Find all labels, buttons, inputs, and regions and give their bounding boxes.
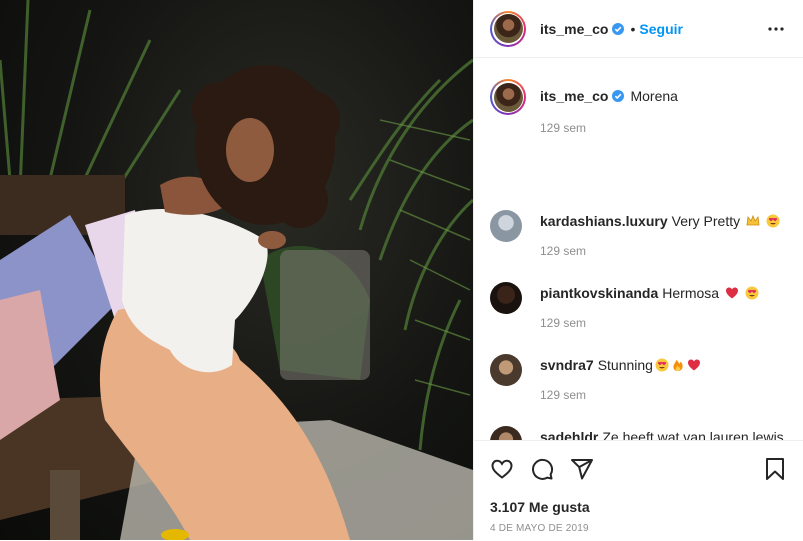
instagram-post: its_me_co • Seguir its_me_co Morena 129 …	[0, 0, 803, 540]
verified-badge-icon	[612, 90, 625, 102]
comment-username[interactable]: svndra7	[540, 357, 594, 373]
comment-username[interactable]: piantkovskinanda	[540, 285, 658, 301]
post-actions: 3.107 Me gusta 4 DE MAYO DE 2019	[474, 440, 803, 541]
comments-list[interactable]: its_me_co Morena 129 sem kardashians.luxu…	[474, 59, 803, 440]
red-heart-emoji-icon	[687, 359, 700, 371]
fire-emoji-icon	[673, 360, 683, 371]
red-heart-emoji-icon	[725, 287, 738, 299]
share-icon[interactable]	[570, 457, 594, 481]
verified-badge-icon	[612, 22, 625, 35]
comment-username[interactable]: kardashians.luxury	[540, 213, 668, 229]
heart-eyes-emoji-icon	[766, 214, 780, 228]
heart-eyes-emoji-icon	[655, 358, 669, 372]
comment-item: kardashians.luxury Very Pretty 129 sem	[490, 210, 780, 260]
photo-illustration	[0, 0, 473, 540]
comment-text: Hermosa	[662, 285, 720, 301]
comment-time: 129 sem	[540, 316, 587, 330]
comment-avatar[interactable]	[490, 282, 522, 314]
heart-icon[interactable]	[490, 457, 514, 481]
post-date: 4 DE MAYO DE 2019	[490, 523, 589, 534]
comment-avatar[interactable]	[490, 210, 522, 242]
post-sidebar: its_me_co • Seguir its_me_co Morena 129 …	[473, 0, 803, 540]
comment-username[interactable]: sadehldr	[540, 429, 598, 440]
post-header: its_me_co • Seguir	[474, 0, 803, 58]
post-caption: its_me_co Morena 129 sem	[490, 79, 678, 137]
comment-avatar[interactable]	[490, 426, 522, 440]
crown-emoji-icon	[746, 214, 760, 226]
comment-item: sadehldr Ze heeft wat van lauren lewis	[490, 426, 784, 440]
profile-avatar[interactable]	[490, 10, 526, 47]
comment-item: piantkovskinanda Hermosa 129 sem	[490, 282, 759, 332]
likes-count[interactable]: 3.107 Me gusta	[490, 499, 590, 515]
more-options-icon[interactable]	[767, 20, 785, 38]
comment-text: Stunning	[597, 357, 653, 373]
heart-eyes-emoji-icon	[745, 286, 759, 300]
comment-item: svndra7 Stunning 129 sem	[490, 354, 701, 404]
follow-button[interactable]: Seguir	[639, 21, 683, 37]
comment-text: Very Pretty	[671, 213, 741, 229]
caption-time: 129 sem	[540, 121, 587, 135]
comment-time: 129 sem	[540, 388, 587, 402]
comment-avatar[interactable]	[490, 354, 522, 386]
comment-text: Ze heeft wat van lauren lewis	[602, 429, 784, 440]
caption-text: Morena	[630, 88, 678, 104]
separator-dot: •	[630, 20, 636, 37]
comment-icon[interactable]	[530, 457, 554, 481]
face	[226, 118, 274, 182]
post-photo[interactable]	[0, 0, 473, 540]
comment-time: 129 sem	[540, 244, 587, 258]
header-username[interactable]: its_me_co	[540, 21, 608, 37]
caption-username[interactable]: its_me_co	[540, 88, 608, 104]
bookmark-icon[interactable]	[763, 457, 787, 481]
caption-avatar[interactable]	[490, 79, 526, 115]
